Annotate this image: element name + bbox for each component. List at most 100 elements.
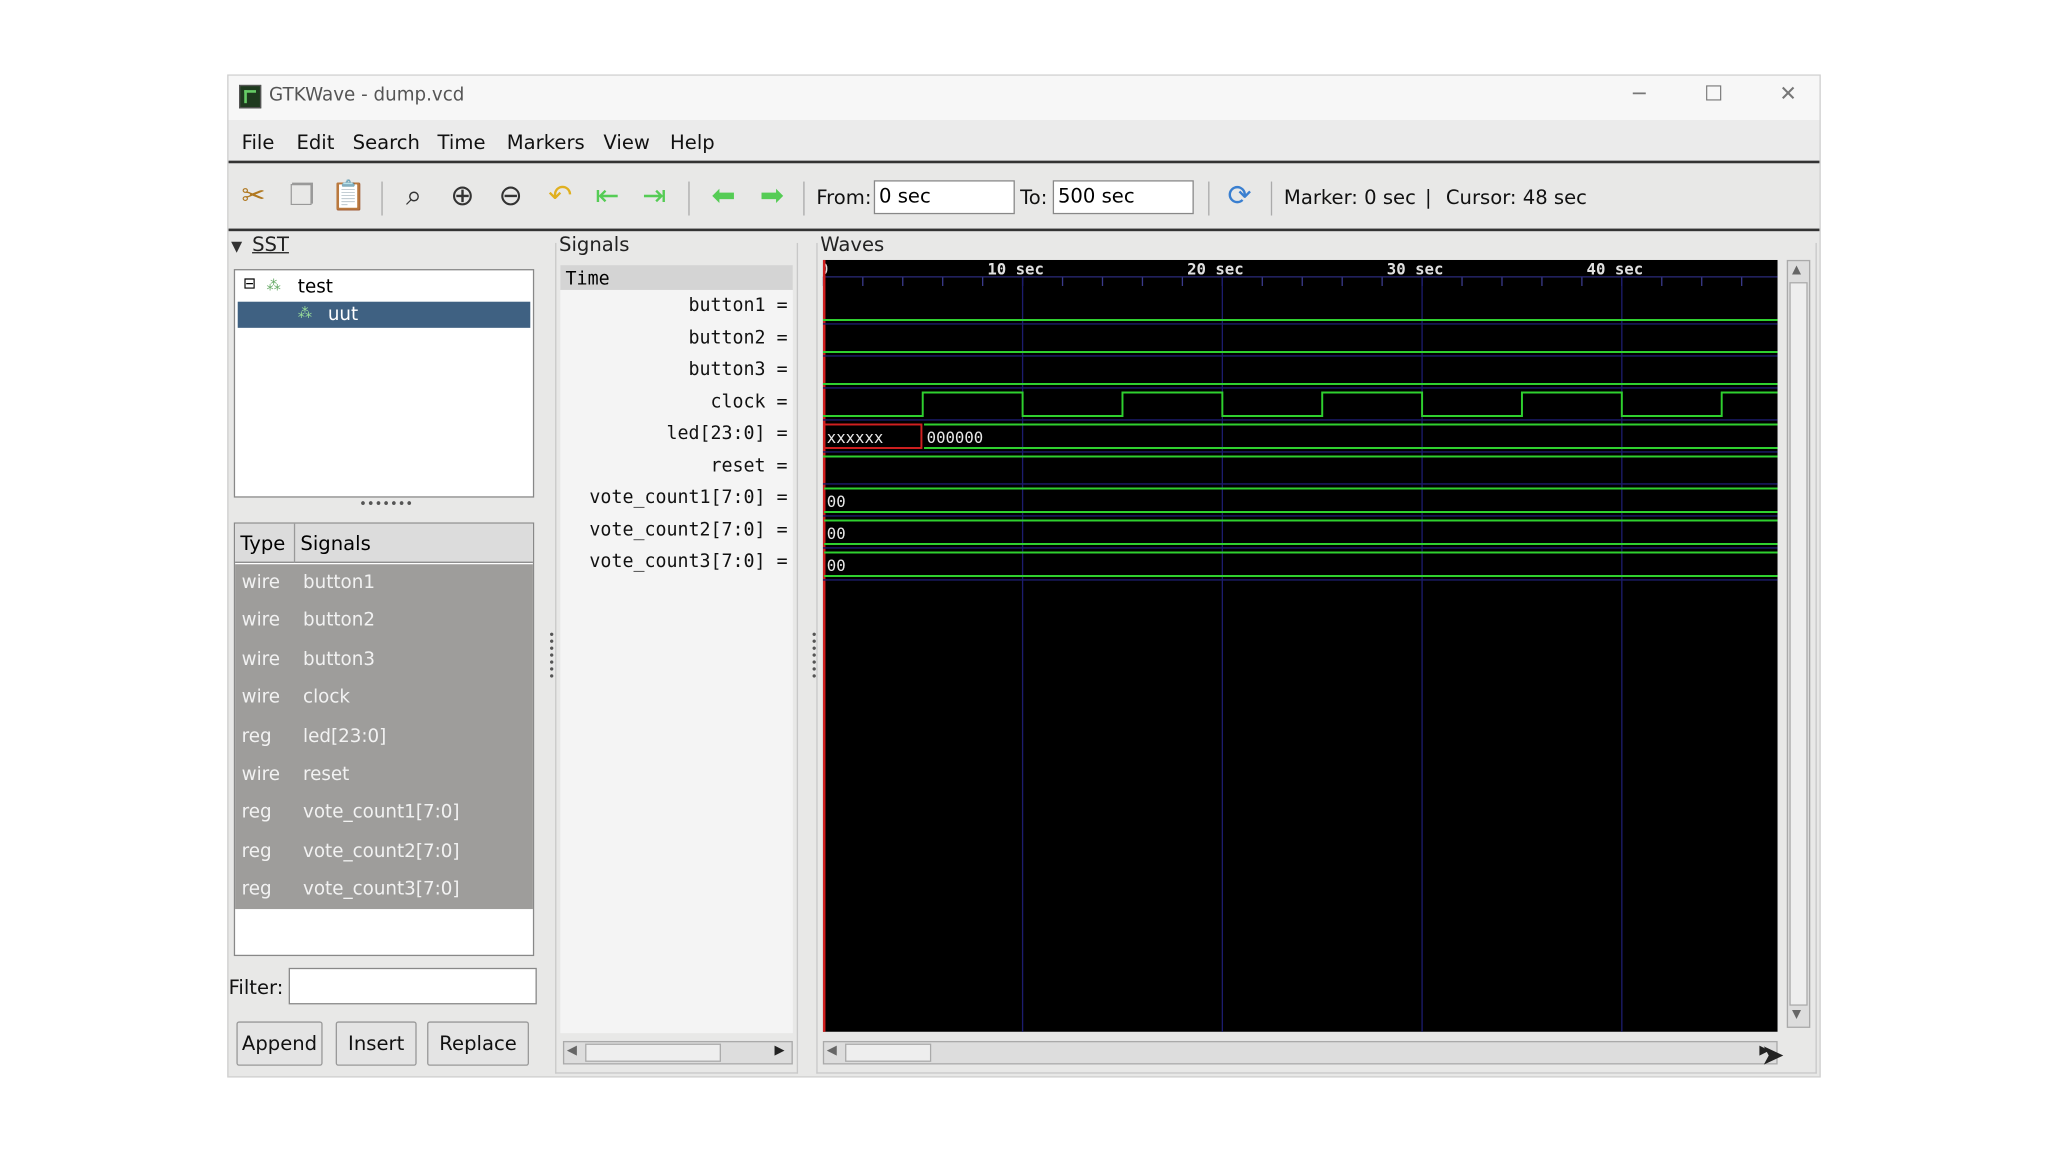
title-bar: GTKWave - dump.vcd ─ ☐ ✕ (228, 75, 1820, 121)
signal-name: vote_count1[7:0] (303, 802, 460, 824)
zoom-to-start-icon[interactable]: ⇤ (589, 179, 626, 216)
signal-name-row[interactable]: led[23:0] = (666, 423, 787, 444)
scroll-thumb[interactable] (1789, 282, 1808, 1006)
signals-hscrollbar[interactable]: ◀ ▶ (562, 1040, 793, 1065)
menu-view[interactable]: View (603, 131, 650, 155)
filter-input[interactable] (288, 967, 537, 1005)
signal-row[interactable]: wire clock (235, 679, 530, 717)
collapse-icon[interactable]: ⊟ (243, 274, 256, 292)
signal-name: vote_count3[7:0] (303, 879, 460, 901)
menu-bar: File Edit Search Time Markers View Help (228, 120, 1820, 164)
time-tick-label: 30 sec (1387, 260, 1444, 278)
pane-resize-handle[interactable]: ••••••• (359, 498, 413, 512)
copy-icon[interactable]: ❐ (283, 179, 320, 216)
tree-item-uut[interactable]: ⁂ uut (237, 301, 531, 328)
menu-help[interactable]: Help (670, 131, 715, 155)
zoom-to-end-icon[interactable]: ⇥ (636, 179, 673, 216)
signal-type: reg (241, 840, 272, 862)
zoom-fit-icon[interactable]: ⌕ (396, 179, 433, 216)
signal-name-row[interactable]: clock = (711, 391, 788, 412)
signal-name-row[interactable]: vote_count3[7:0] = (589, 551, 787, 572)
menu-file[interactable]: File (242, 131, 275, 155)
app-icon (239, 84, 262, 109)
signal-type: reg (241, 879, 272, 901)
filter-label: Filter: (228, 975, 284, 1000)
tree-label: uut (327, 304, 359, 326)
tree-item-test[interactable]: ⊟ ⁂ test (240, 274, 527, 300)
signal-type: reg (241, 725, 272, 747)
waves-hscrollbar[interactable]: ◀ ▶ (822, 1040, 1778, 1065)
tree-label: test (297, 276, 333, 298)
scroll-thumb[interactable] (845, 1043, 932, 1062)
signal-type: wire (241, 764, 281, 785)
signal-name: button1 (303, 572, 375, 593)
signal-name: button3 (303, 648, 375, 670)
waves-vscrollbar[interactable]: ▲ ▼ (1786, 259, 1811, 1028)
signal-name-row[interactable]: reset = (711, 455, 788, 476)
signals-list: Time button1 = button2 = button3 = clock = l… (560, 265, 793, 1034)
signal-name: led[23:0] (303, 725, 387, 747)
signal-name: button2 (303, 610, 375, 632)
insert-button[interactable]: Insert (335, 1021, 417, 1066)
signal-name: reset (303, 764, 350, 785)
waveform-canvas[interactable]: 10 sec20 sec30 sec40 sec0xxxxxx000000000… (822, 259, 1778, 1032)
scroll-thumb[interactable] (585, 1043, 721, 1062)
find-next-edge-icon[interactable]: ➡ (754, 179, 791, 216)
zoom-out-icon[interactable]: ⊖ (492, 179, 529, 216)
signal-type: wire (241, 648, 281, 670)
signal-row[interactable]: wire button1 (235, 564, 530, 602)
signal-name-row[interactable]: vote_count1[7:0] = (589, 487, 787, 508)
marker-readout: Marker: 0 sec (1283, 185, 1416, 209)
minimize-button[interactable]: ─ (1620, 81, 1659, 106)
bus-value-label: 000000 (927, 428, 984, 447)
find-previous-edge-icon[interactable]: ⬅ (705, 179, 742, 216)
from-label: From: (816, 185, 872, 209)
signal-name: clock (303, 687, 350, 709)
cursor-readout: Cursor: 48 sec (1445, 185, 1587, 209)
signal-type-table: Type Signals wire button1 wire button2 wire b… (233, 522, 535, 957)
signal-row[interactable]: reg vote_count3[7:0] (235, 871, 530, 909)
undo-zoom-icon[interactable]: ↶ (542, 179, 579, 216)
to-label: To: (1020, 185, 1048, 209)
signal-row[interactable]: wire button3 (235, 641, 530, 679)
bus-value-label: 00 (827, 556, 846, 575)
from-input[interactable]: 0 sec (873, 180, 1015, 215)
time-tick-label: 40 sec (1587, 260, 1644, 278)
signal-type: wire (241, 572, 281, 593)
toolbar: ✂ ❐ 📋 ⌕ ⊕ ⊖ ↶ ⇤ ⇥ ⬅ ➡ From: 0 sec To: 50… (228, 165, 1820, 232)
module-icon: ⁂ (297, 304, 313, 322)
paste-icon[interactable]: 📋 (330, 179, 367, 216)
signal-row[interactable]: reg led[23:0] (235, 718, 530, 756)
sst-tree: ⊟ ⁂ test ⁂ uut (233, 269, 535, 498)
to-input[interactable]: 500 sec (1052, 180, 1194, 215)
bus-value-label: 00 (827, 492, 846, 511)
signal-row[interactable]: reg vote_count2[7:0] (235, 833, 530, 871)
append-button[interactable]: Append (236, 1021, 323, 1066)
signal-name-row[interactable]: button1 = (689, 295, 788, 316)
module-icon: ⁂ (266, 276, 281, 294)
menu-time[interactable]: Time (438, 131, 486, 155)
waves-background (822, 259, 1778, 1032)
window-title: GTKWave - dump.vcd (269, 84, 465, 106)
signal-row[interactable]: wire button2 (235, 603, 530, 641)
signal-row[interactable]: reg vote_count1[7:0] (235, 795, 530, 833)
cut-icon[interactable]: ✂ (235, 179, 272, 216)
replace-button[interactable]: Replace (427, 1021, 529, 1066)
close-button[interactable]: ✕ (1768, 81, 1807, 106)
signal-name-row[interactable]: vote_count2[7:0] = (589, 519, 787, 540)
zoom-in-icon[interactable]: ⊕ (444, 179, 481, 216)
maximize-button[interactable]: ☐ (1694, 81, 1733, 106)
time-tick-label: 10 sec (987, 260, 1044, 278)
signal-name-row[interactable]: button3 = (689, 359, 788, 380)
signal-row[interactable]: wire reset (235, 756, 530, 794)
menu-markers[interactable]: Markers (507, 131, 585, 155)
column-header-type[interactable]: Type (240, 532, 285, 556)
menu-search[interactable]: Search (353, 131, 420, 155)
signal-type: wire (241, 610, 281, 632)
mouse-pointer-icon: ➤ (1760, 1039, 1785, 1073)
sst-collapse-icon[interactable]: ▼ (231, 238, 242, 255)
signal-name-row[interactable]: button2 = (689, 327, 788, 348)
column-header-signals[interactable]: Signals (300, 532, 370, 556)
reload-icon[interactable]: ⟳ (1221, 179, 1258, 216)
menu-edit[interactable]: Edit (296, 131, 334, 155)
